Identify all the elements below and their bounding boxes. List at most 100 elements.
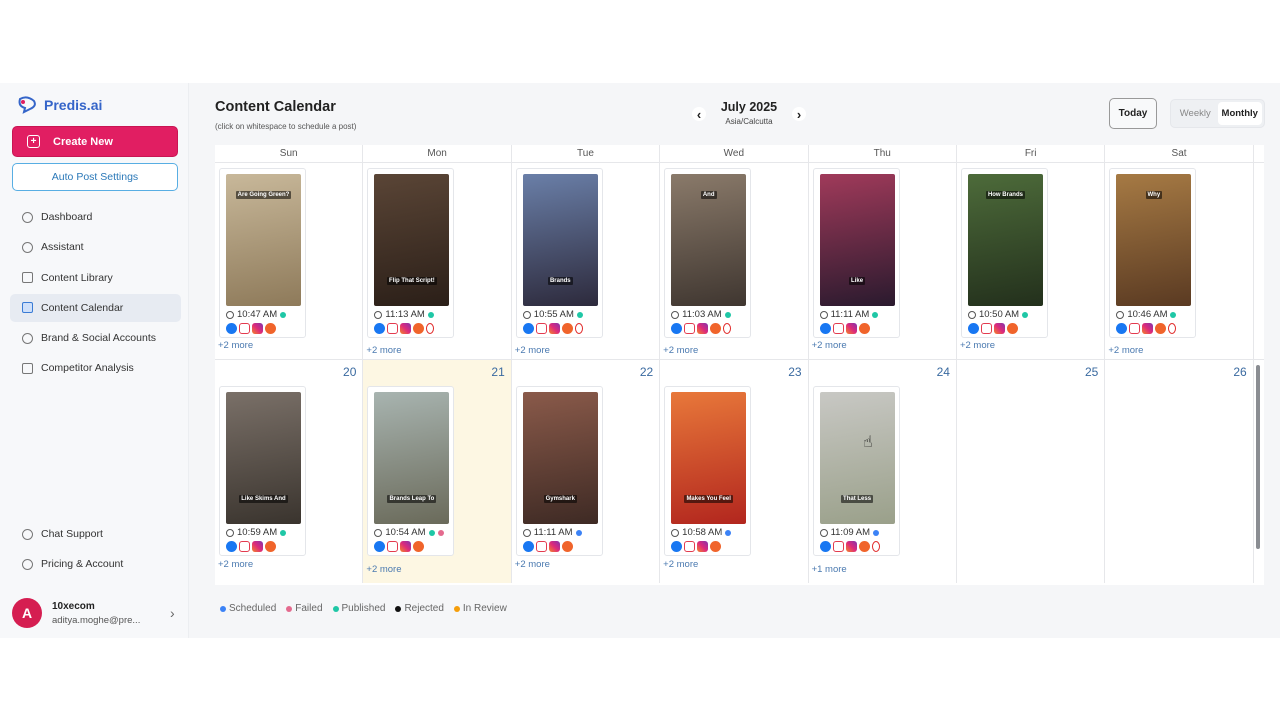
calendar-day-cell[interactable]: Are Going Green? 10:47 AM +2 more bbox=[215, 163, 364, 359]
platform-icons bbox=[671, 323, 745, 334]
calendar-day-cell[interactable]: Flip That Script! 11:13 AM +2 more bbox=[363, 163, 512, 359]
status-dot bbox=[1022, 311, 1029, 318]
instagram-icon bbox=[845, 541, 857, 552]
prev-month-button[interactable]: ‹ bbox=[692, 107, 706, 122]
post-card[interactable]: Flip That Script! 11:13 AM bbox=[367, 168, 455, 338]
monthly-view-button[interactable]: Monthly bbox=[1217, 102, 1262, 125]
calendar-day-cell[interactable]: Like 11:11 AM +2 more bbox=[809, 163, 957, 359]
post-card[interactable]: Like Skims And 10:59 AM bbox=[219, 386, 306, 556]
platform-icons bbox=[226, 323, 300, 334]
post-thumbnail[interactable]: Makes You Feel bbox=[671, 392, 747, 524]
sidebar-item-chat-support[interactable]: Chat Support bbox=[10, 520, 181, 548]
calendar-day-cell[interactable]: 24 That Less 11:09 AM +1 more bbox=[809, 360, 957, 583]
post-thumbnail[interactable]: Flip That Script! bbox=[374, 174, 450, 306]
sidebar-item-content-calendar[interactable]: Content Calendar bbox=[10, 293, 181, 322]
more-posts-link[interactable]: +2 more bbox=[515, 559, 550, 570]
calendar-week-row: Are Going Green? 10:47 AM +2 more Flip That… bbox=[215, 162, 1264, 359]
calendar-day-cell[interactable]: 23 Makes You Feel 10:58 AM +2 more bbox=[660, 360, 809, 583]
post-time: 10:50 AM bbox=[978, 309, 1020, 320]
more-posts-link[interactable]: +2 more bbox=[218, 559, 253, 570]
status-dot bbox=[873, 529, 879, 536]
post-card[interactable]: Makes You Feel 10:58 AM bbox=[664, 386, 752, 556]
day-number: 21 bbox=[491, 365, 505, 379]
post-thumbnail[interactable]: And bbox=[671, 174, 747, 306]
post-thumbnail[interactable]: Like bbox=[819, 174, 895, 306]
weekly-view-button[interactable]: Weekly bbox=[1173, 102, 1218, 125]
sidebar-item-pricing-account[interactable]: Pricing & Account bbox=[10, 550, 181, 578]
calendar-day-cell[interactable]: 25 bbox=[957, 360, 1106, 583]
sidebar-item-assistant[interactable]: Assistant bbox=[10, 233, 181, 261]
facebook-icon bbox=[819, 541, 831, 552]
thumbnail-caption: Like Skims And bbox=[226, 495, 301, 503]
post-thumbnail[interactable]: How Brands bbox=[967, 174, 1043, 306]
calendar-day-cell[interactable]: And 11:03 AM +2 more bbox=[660, 163, 809, 359]
post-thumbnail[interactable]: Gymshark bbox=[522, 392, 598, 524]
post-thumbnail[interactable]: Why bbox=[1116, 174, 1192, 306]
post-card[interactable]: Why 10:46 AM bbox=[1109, 168, 1197, 338]
more-posts-link[interactable]: +2 more bbox=[812, 340, 847, 351]
post-card[interactable]: Gymshark 11:11 AM bbox=[515, 386, 603, 556]
youtube-icon bbox=[1168, 323, 1177, 334]
post-card[interactable]: Are Going Green? 10:47 AM bbox=[219, 168, 306, 338]
sidebar-item-competitor-analysis[interactable]: Competitor Analysis bbox=[10, 354, 181, 382]
instagram-icon bbox=[252, 323, 263, 334]
post-card[interactable]: Like 11:11 AM bbox=[812, 168, 900, 338]
more-posts-link[interactable]: +2 more bbox=[960, 340, 995, 351]
plus-platform-icon bbox=[561, 541, 573, 552]
platform-icons bbox=[374, 323, 448, 334]
legend-dot bbox=[332, 605, 339, 612]
more-posts-link[interactable]: +2 more bbox=[1108, 345, 1143, 356]
platform-icons bbox=[819, 323, 894, 334]
logo[interactable]: Predis.ai bbox=[16, 96, 102, 114]
post-thumbnail[interactable]: Are Going Green? bbox=[226, 174, 301, 306]
more-posts-link[interactable]: +2 more bbox=[366, 564, 401, 575]
calendar-day-cell[interactable]: 20 Like Skims And 10:59 AM +2 more bbox=[215, 360, 364, 583]
sidebar-item-brand-accounts[interactable]: Brand & Social Accounts bbox=[10, 324, 181, 352]
next-month-button[interactable]: › bbox=[792, 107, 806, 122]
facebook-icon bbox=[671, 541, 683, 552]
plus-platform-icon bbox=[561, 323, 573, 334]
sidebar-item-dashboard[interactable]: Dashboard bbox=[10, 203, 181, 231]
help-icon bbox=[22, 528, 33, 540]
post-card[interactable]: That Less 11:09 AM bbox=[812, 386, 900, 556]
calendar-day-cell[interactable]: Brands 10:55 AM +2 more bbox=[512, 163, 661, 359]
more-posts-link[interactable]: +2 more bbox=[218, 340, 253, 351]
caption-text: Brands Leap To bbox=[387, 495, 437, 503]
calendar-scrollbar[interactable] bbox=[1256, 365, 1260, 549]
caption-text: Why bbox=[1145, 191, 1163, 199]
post-time-row: 11:13 AM bbox=[374, 309, 448, 320]
facebook-icon bbox=[671, 323, 683, 334]
post-card[interactable]: Brands 10:55 AM bbox=[515, 168, 603, 338]
view-toggle: Weekly Monthly bbox=[1170, 99, 1265, 128]
post-card[interactable]: How Brands 10:50 AM bbox=[960, 168, 1048, 338]
calendar-day-cell[interactable]: Why 10:46 AM +2 more bbox=[1105, 163, 1254, 359]
folder-icon bbox=[22, 272, 33, 284]
sidebar-item-content-library[interactable]: Content Library bbox=[10, 264, 181, 292]
post-time: 10:47 AM bbox=[237, 309, 278, 320]
today-button[interactable]: Today bbox=[1109, 98, 1157, 129]
more-posts-link[interactable]: +2 more bbox=[515, 345, 550, 356]
post-thumbnail[interactable]: Brands Leap To bbox=[374, 392, 450, 524]
legend-dot bbox=[286, 605, 293, 612]
calendar-day-cell[interactable]: 26 bbox=[1105, 360, 1254, 583]
auto-post-settings-button[interactable]: Auto Post Settings bbox=[12, 163, 178, 191]
plus-platform-icon bbox=[265, 541, 276, 552]
status-dot bbox=[428, 529, 435, 536]
calendar-day-cell[interactable]: How Brands 10:50 AM +2 more bbox=[957, 163, 1106, 359]
clock-icon bbox=[226, 310, 234, 319]
post-card[interactable]: Brands Leap To 10:54 AM bbox=[367, 386, 455, 556]
post-thumbnail[interactable]: That Less bbox=[819, 392, 895, 524]
calendar-day-cell[interactable]: 22 Gymshark 11:11 AM +2 more bbox=[512, 360, 661, 583]
create-new-button[interactable]: + Create New bbox=[12, 126, 178, 157]
post-thumbnail[interactable]: Like Skims And bbox=[226, 392, 301, 524]
platform-icons bbox=[522, 323, 597, 334]
more-posts-link[interactable]: +2 more bbox=[663, 345, 698, 356]
post-card[interactable]: And 11:03 AM bbox=[664, 168, 752, 338]
status-dot bbox=[724, 311, 731, 318]
more-posts-link[interactable]: +2 more bbox=[366, 345, 401, 356]
more-posts-link[interactable]: +1 more bbox=[812, 564, 847, 575]
user-profile[interactable]: A 10xecom aditya.moghe@pre... › bbox=[12, 597, 182, 629]
post-thumbnail[interactable]: Brands bbox=[522, 174, 598, 306]
calendar-day-cell[interactable]: 21 Brands Leap To 10:54 AM +2 more bbox=[363, 360, 512, 583]
more-posts-link[interactable]: +2 more bbox=[663, 559, 698, 570]
